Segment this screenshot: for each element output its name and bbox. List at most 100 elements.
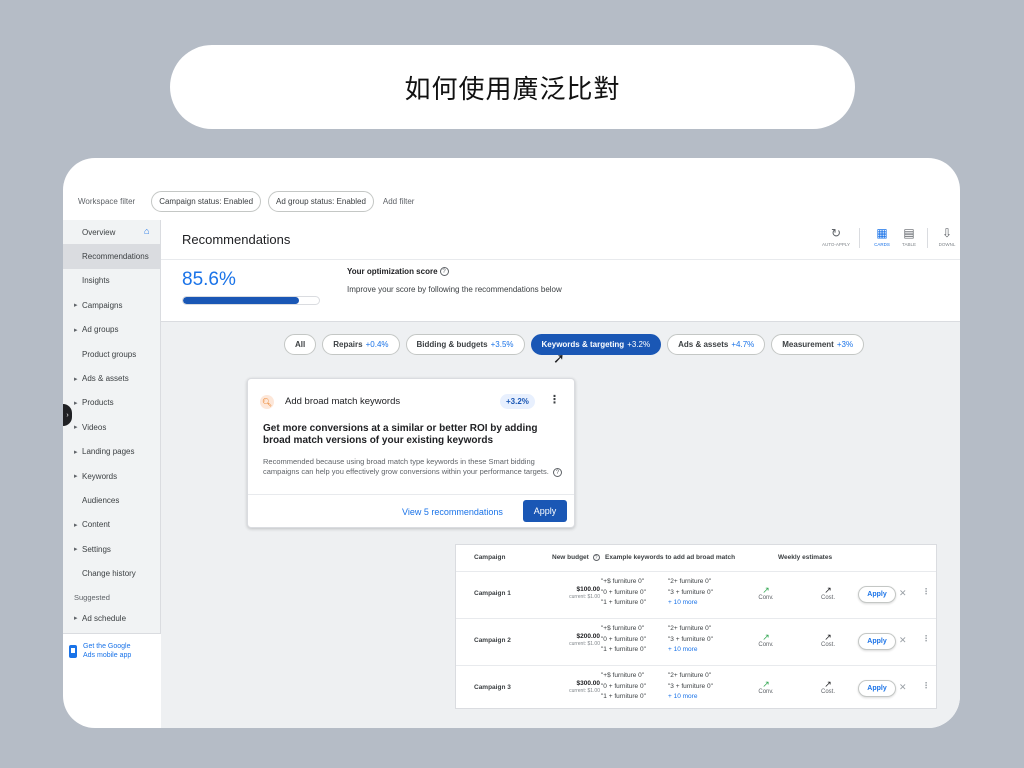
apply-button[interactable]: Apply — [523, 500, 567, 522]
trend-up-icon: ↗ — [762, 585, 770, 595]
help-icon[interactable]: ? — [439, 267, 449, 276]
sidebar-item-ad-schedule[interactable]: Ad schedule — [63, 606, 160, 630]
auto-apply-icon: ↻ — [830, 226, 842, 240]
row-apply-button[interactable]: Apply — [858, 633, 896, 650]
cost-estimate: ↗ Cost. — [813, 679, 843, 695]
tab-measurement[interactable]: Measurement +3% — [771, 334, 865, 355]
new-budget: $300.00 current: $1.00 — [548, 680, 600, 694]
tab-keywords-targeting[interactable]: Keywords & targeting +3.2% — [530, 334, 662, 355]
conv-label: Conv. — [758, 689, 774, 695]
cost-estimate: ↗ Cost. — [813, 585, 843, 601]
optimization-score-label: Your optimization score ? — [347, 267, 449, 276]
sidebar-item-label: Campaigns — [82, 300, 123, 310]
cost-label: Cost. — [820, 595, 835, 601]
sidebar-item-label: Ad groups — [82, 325, 119, 335]
dismiss-icon[interactable]: ✕ — [899, 588, 907, 599]
tab-delta: +3.5% — [490, 340, 514, 349]
more-keywords-link[interactable]: + 10 more — [668, 692, 713, 703]
sidebar-item-label: Landing pages — [82, 447, 135, 457]
sidebar-item-videos[interactable]: Videos — [63, 415, 160, 439]
table-icon: ▤ — [903, 226, 915, 240]
optimization-score-bar-fill — [183, 297, 300, 304]
keyword: "1 + furniture 0" — [601, 599, 646, 606]
conversions-estimate: ↗ Conv. — [751, 679, 781, 695]
sidebar-item-label: Product groups — [82, 349, 137, 359]
sidebar-item-keywords[interactable]: Keywords — [63, 464, 160, 488]
tab-all[interactable]: All — [284, 334, 317, 355]
row-apply-button[interactable]: Apply — [858, 680, 896, 697]
keyword: "2+ furniture 0" — [668, 625, 712, 632]
conversions-estimate: ↗ Conv. — [751, 585, 781, 601]
sidebar-item-insights[interactable]: Insights — [63, 269, 160, 293]
mobile-app-promo[interactable]: Get the Google Ads mobile app — [63, 633, 161, 668]
sidebar-item-overview[interactable]: Overview ⌂ — [63, 220, 160, 244]
dismiss-icon[interactable]: ✕ — [899, 682, 907, 693]
recommendation-headline: Get more conversions at a similar or bet… — [263, 423, 538, 446]
more-options-icon[interactable]: ⋮ — [549, 393, 560, 406]
add-filter-link[interactable]: Add filter — [383, 197, 415, 206]
keyword: "3 + furniture 0" — [668, 588, 713, 596]
sidebar-item-label: Ad schedule — [82, 613, 127, 623]
sidebar-item-label: Change history — [82, 569, 136, 579]
tab-delta: +4.7% — [731, 340, 755, 349]
divider — [859, 228, 860, 248]
mobile-app-line-1: Get the Google — [83, 643, 131, 650]
mobile-app-line-2: Ads mobile app — [83, 652, 132, 659]
page-header: Recommendations ↻ AUTO-APPLY ▦ CARDS ▤ T… — [161, 220, 960, 260]
sidebar-item-content[interactable]: Content — [63, 513, 160, 537]
recommendation-card-footer: View 5 recommendations Apply — [248, 494, 574, 529]
help-icon[interactable]: ? — [552, 468, 562, 477]
new-budget: $200.00 current: $1.00 — [548, 633, 600, 647]
dismiss-icon[interactable]: ✕ — [899, 635, 907, 646]
more-options-icon[interactable]: ⋮ — [922, 587, 930, 596]
view-recommendations-link[interactable]: View 5 recommendations — [402, 507, 503, 517]
sidebar-item-product-groups[interactable]: Product groups — [63, 342, 160, 366]
tab-delta: +3% — [836, 340, 854, 349]
sidebar-item-recommendations[interactable]: Recommendations — [63, 244, 160, 269]
filter-chip-campaign-status[interactable]: Campaign status: Enabled — [151, 190, 262, 212]
sidebar-item-settings[interactable]: Settings — [63, 537, 160, 561]
cards-view-button[interactable]: ▦ CARDS — [867, 226, 897, 247]
more-options-icon[interactable]: ⋮ — [922, 681, 930, 690]
keyword: "2+ furniture 0" — [668, 578, 712, 585]
more-keywords-link[interactable]: + 10 more — [668, 598, 713, 609]
row-apply-button[interactable]: Apply — [858, 586, 896, 603]
tab-label: Keywords & targeting — [541, 340, 625, 349]
optimization-score-subtitle: Improve your score by following the reco… — [347, 285, 562, 294]
sidebar-item-audiences[interactable]: Audiences — [63, 488, 160, 512]
table-view-button[interactable]: ▤ TABLE — [894, 226, 924, 247]
cards-label: CARDS — [874, 242, 890, 247]
trend-up-icon: ↗ — [824, 679, 832, 689]
sidebar-item-ads-assets[interactable]: Ads & assets — [63, 366, 160, 390]
tab-label: All — [295, 340, 306, 349]
tab-repairs[interactable]: Repairs +0.4% — [322, 334, 400, 355]
main-content: Recommendations ↻ AUTO-APPLY ▦ CARDS ▤ T… — [161, 220, 960, 728]
sidebar-item-ad-groups[interactable]: Ad groups — [63, 318, 160, 342]
tab-ads-assets[interactable]: Ads & assets +4.7% — [667, 334, 766, 355]
tab-bidding-budgets[interactable]: Bidding & budgets +3.5% — [405, 334, 525, 355]
more-options-icon[interactable]: ⋮ — [922, 634, 930, 643]
keywords-column-1: "+$ furniture 0" "0 + furniture 0" "1 + … — [601, 624, 646, 656]
sidebar-item-label: Audiences — [82, 495, 120, 505]
download-icon: ⇩ — [941, 226, 953, 240]
keywords-column-2: "2+ furniture 0" "3 + furniture 0" + 10 … — [668, 671, 713, 703]
more-keywords-link[interactable]: + 10 more — [668, 645, 713, 656]
download-button[interactable]: ⇩ DOWNL — [932, 226, 960, 247]
sidebar-item-products[interactable]: Products — [63, 391, 160, 415]
keywords-column-1: "+$ furniture 0" "0 + furniture 0" "1 + … — [601, 577, 646, 609]
cost-estimate: ↗ Cost. — [813, 632, 843, 648]
trend-up-icon: ↗ — [824, 585, 832, 595]
optimization-score-value: 85.6% — [182, 269, 236, 290]
cost-label: Cost. — [820, 689, 835, 695]
table-label: TABLE — [902, 242, 916, 247]
tab-label: Ads & assets — [678, 340, 729, 349]
filter-chip-ad-group-status[interactable]: Ad group status: Enabled — [268, 190, 374, 212]
sidebar-item-campaigns[interactable]: Campaigns — [63, 293, 160, 317]
sidebar-item-landing-pages[interactable]: Landing pages — [63, 440, 160, 464]
current-budget: current: $1.00 — [569, 641, 600, 647]
help-icon[interactable]: ? — [592, 554, 600, 561]
column-header-campaign: Campaign — [474, 554, 506, 561]
sidebar-item-change-history[interactable]: Change history — [63, 561, 160, 585]
new-budget: $100.00 current: $1.00 — [548, 586, 600, 600]
auto-apply-button[interactable]: ↻ AUTO-APPLY — [821, 226, 851, 247]
